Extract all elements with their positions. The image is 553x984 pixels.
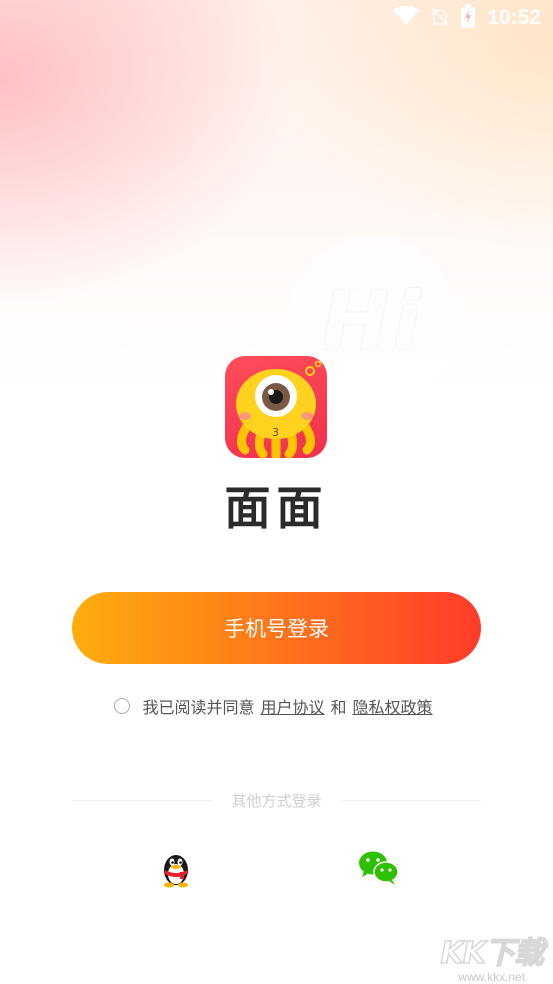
- watermark-main: KK下载: [440, 935, 545, 972]
- hi-bubble-text: Hi: [321, 274, 425, 368]
- watermark-sub: www.kkx.net: [458, 970, 526, 984]
- other-login-divider: 其他方式登录: [72, 788, 482, 812]
- agreement-prefix: 我已阅读并同意: [142, 698, 255, 717]
- divider-line-right: [341, 799, 482, 801]
- watermark: KK下载 www.kkx.net: [440, 928, 545, 984]
- qq-login-button[interactable]: [158, 850, 194, 888]
- phone-login-button[interactable]: 手机号登录: [72, 592, 481, 664]
- svg-text:3: 3: [272, 426, 279, 439]
- one-eyed-monster-icon: 3: [236, 360, 322, 458]
- battery-charging-icon: [461, 4, 476, 32]
- user-agreement-link[interactable]: 用户协议: [260, 694, 324, 718]
- privacy-policy-link[interactable]: 隐私权政策: [353, 694, 433, 718]
- status-bar: 10:52: [0, 0, 553, 36]
- app-name: 面面: [224, 481, 329, 535]
- agreement-checkbox[interactable]: [114, 698, 131, 714]
- wechat-login-button[interactable]: [358, 850, 400, 886]
- agreement-and: 和: [330, 698, 347, 717]
- divider-line-left: [72, 799, 212, 801]
- status-time: 10:52: [487, 6, 541, 29]
- phone-login-label: 手机号登录: [224, 617, 329, 641]
- qq-icon: [164, 855, 188, 888]
- agreement-row: 我已阅读并同意 用户协议 和 隐私权政策: [0, 694, 553, 718]
- wechat-icon: [359, 851, 399, 885]
- other-login-label: 其他方式登录: [231, 791, 322, 810]
- app-logo: 3: [225, 356, 327, 458]
- no-sim-icon: [431, 6, 449, 30]
- wifi-icon: [393, 5, 420, 30]
